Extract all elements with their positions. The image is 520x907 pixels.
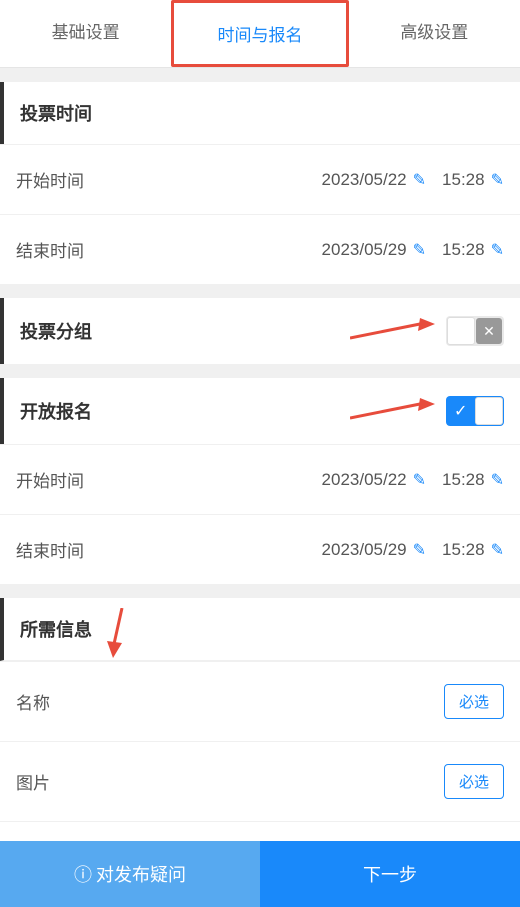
image-row: 图片 必选 xyxy=(0,741,520,821)
voting-start-time-input[interactable]: 15:28 ✎ xyxy=(442,170,504,190)
voting-group-title: 投票分组 xyxy=(20,318,92,344)
signup-end-row: 结束时间 2023/05/29 ✎ 15:28 ✎ xyxy=(0,514,520,584)
image-required-badge[interactable]: 必选 xyxy=(444,764,504,799)
edit-icon: ✎ xyxy=(413,540,426,560)
signup-start-date-input[interactable]: 2023/05/22 ✎ xyxy=(322,470,427,490)
required-info-header: 所需信息 xyxy=(0,598,520,661)
voting-time-title: 投票时间 xyxy=(20,100,92,126)
signup-start-row: 开始时间 2023/05/22 ✎ 15:28 ✎ xyxy=(0,444,520,514)
voting-end-label: 结束时间 xyxy=(16,237,306,262)
edit-icon: ✎ xyxy=(413,470,426,490)
x-icon: ✕ xyxy=(476,318,502,344)
voting-start-date-input[interactable]: 2023/05/22 ✎ xyxy=(322,170,427,190)
voting-start-row: 开始时间 2023/05/22 ✎ 15:28 ✎ xyxy=(0,144,520,214)
name-row: 名称 必选 xyxy=(0,661,520,741)
voting-group-header: 投票分组 ✕ xyxy=(0,298,520,364)
voting-end-date-input[interactable]: 2023/05/29 ✎ xyxy=(322,240,427,260)
voting-end-row: 结束时间 2023/05/29 ✎ 15:28 ✎ xyxy=(0,214,520,284)
publish-question-button[interactable]: ⓘ 对发布疑问 xyxy=(0,841,260,907)
signup-end-date-input[interactable]: 2023/05/29 ✎ xyxy=(322,540,427,560)
voting-start-label: 开始时间 xyxy=(16,167,306,192)
edit-icon: ✎ xyxy=(413,240,426,260)
voting-end-time-input[interactable]: 15:28 ✎ xyxy=(442,240,504,260)
info-icon: ⓘ xyxy=(74,861,92,887)
edit-icon: ✎ xyxy=(413,170,426,190)
edit-icon: ✎ xyxy=(491,470,504,490)
signup-start-label: 开始时间 xyxy=(16,467,306,492)
open-signup-title: 开放报名 xyxy=(20,398,92,424)
image-label: 图片 xyxy=(16,769,444,794)
signup-end-time-input[interactable]: 15:28 ✎ xyxy=(442,540,504,560)
annotation-arrow-icon xyxy=(350,398,435,424)
name-label: 名称 xyxy=(16,689,444,714)
tabs-container: 基础设置 时间与报名 高级设置 xyxy=(0,0,520,68)
tab-advanced[interactable]: 高级设置 xyxy=(349,0,520,67)
tab-basic[interactable]: 基础设置 xyxy=(0,0,171,67)
footer-bar: ⓘ 对发布疑问 下一步 xyxy=(0,841,520,907)
next-button[interactable]: 下一步 xyxy=(260,841,520,907)
voting-time-header: 投票时间 xyxy=(0,82,520,144)
check-icon: ✓ xyxy=(454,401,467,421)
annotation-arrow-down-icon xyxy=(104,608,130,658)
signup-start-time-input[interactable]: 15:28 ✎ xyxy=(442,470,504,490)
edit-icon: ✎ xyxy=(491,170,504,190)
tab-time-signup[interactable]: 时间与报名 xyxy=(171,0,348,67)
name-required-badge[interactable]: 必选 xyxy=(444,684,504,719)
open-signup-header: 开放报名 ✓ xyxy=(0,378,520,444)
edit-icon: ✎ xyxy=(491,540,504,560)
required-info-title: 所需信息 xyxy=(20,616,92,642)
open-signup-toggle[interactable]: ✓ xyxy=(446,396,504,426)
voting-group-toggle[interactable]: ✕ xyxy=(446,316,504,346)
edit-icon: ✎ xyxy=(491,240,504,260)
annotation-arrow-icon xyxy=(350,318,435,344)
signup-end-label: 结束时间 xyxy=(16,537,306,562)
